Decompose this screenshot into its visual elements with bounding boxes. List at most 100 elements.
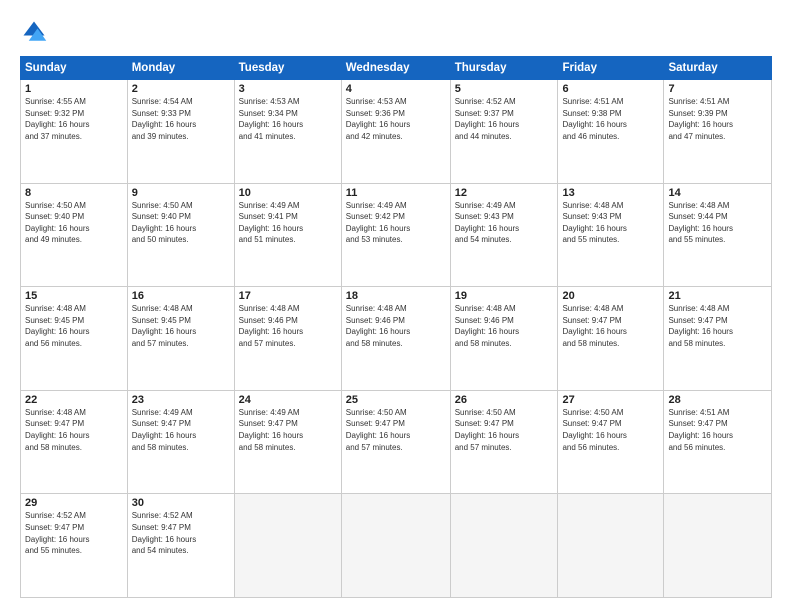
day-cell: 19Sunrise: 4:48 AM Sunset: 9:46 PM Dayli… <box>450 287 558 391</box>
day-info: Sunrise: 4:53 AM Sunset: 9:34 PM Dayligh… <box>239 96 337 142</box>
day-number: 12 <box>455 187 554 199</box>
header <box>20 18 772 46</box>
day-number: 19 <box>455 290 554 302</box>
day-info: Sunrise: 4:52 AM Sunset: 9:47 PM Dayligh… <box>25 510 123 556</box>
day-info: Sunrise: 4:49 AM Sunset: 9:41 PM Dayligh… <box>239 200 337 246</box>
day-number: 28 <box>668 394 767 406</box>
day-info: Sunrise: 4:50 AM Sunset: 9:47 PM Dayligh… <box>562 407 659 453</box>
day-cell: 22Sunrise: 4:48 AM Sunset: 9:47 PM Dayli… <box>21 390 128 494</box>
day-info: Sunrise: 4:48 AM Sunset: 9:45 PM Dayligh… <box>25 303 123 349</box>
day-info: Sunrise: 4:48 AM Sunset: 9:45 PM Dayligh… <box>132 303 230 349</box>
week-row: 1Sunrise: 4:55 AM Sunset: 9:32 PM Daylig… <box>21 80 772 184</box>
day-info: Sunrise: 4:48 AM Sunset: 9:47 PM Dayligh… <box>668 303 767 349</box>
day-number: 30 <box>132 497 230 509</box>
day-info: Sunrise: 4:48 AM Sunset: 9:46 PM Dayligh… <box>346 303 446 349</box>
day-info: Sunrise: 4:51 AM Sunset: 9:47 PM Dayligh… <box>668 407 767 453</box>
day-number: 18 <box>346 290 446 302</box>
day-number: 13 <box>562 187 659 199</box>
day-cell: 25Sunrise: 4:50 AM Sunset: 9:47 PM Dayli… <box>341 390 450 494</box>
day-number: 22 <box>25 394 123 406</box>
day-cell <box>450 494 558 598</box>
day-number: 3 <box>239 83 337 95</box>
day-cell: 21Sunrise: 4:48 AM Sunset: 9:47 PM Dayli… <box>664 287 772 391</box>
header-row: SundayMondayTuesdayWednesdayThursdayFrid… <box>21 57 772 80</box>
day-cell: 11Sunrise: 4:49 AM Sunset: 9:42 PM Dayli… <box>341 183 450 287</box>
day-cell: 5Sunrise: 4:52 AM Sunset: 9:37 PM Daylig… <box>450 80 558 184</box>
day-cell: 16Sunrise: 4:48 AM Sunset: 9:45 PM Dayli… <box>127 287 234 391</box>
day-info: Sunrise: 4:49 AM Sunset: 9:47 PM Dayligh… <box>132 407 230 453</box>
header-day: Wednesday <box>341 57 450 80</box>
day-info: Sunrise: 4:55 AM Sunset: 9:32 PM Dayligh… <box>25 96 123 142</box>
day-number: 9 <box>132 187 230 199</box>
page: SundayMondayTuesdayWednesdayThursdayFrid… <box>0 0 792 612</box>
header-day: Friday <box>558 57 664 80</box>
day-cell: 2Sunrise: 4:54 AM Sunset: 9:33 PM Daylig… <box>127 80 234 184</box>
day-number: 23 <box>132 394 230 406</box>
logo <box>20 18 52 46</box>
day-info: Sunrise: 4:48 AM Sunset: 9:46 PM Dayligh… <box>239 303 337 349</box>
day-number: 7 <box>668 83 767 95</box>
day-info: Sunrise: 4:53 AM Sunset: 9:36 PM Dayligh… <box>346 96 446 142</box>
day-number: 14 <box>668 187 767 199</box>
day-number: 1 <box>25 83 123 95</box>
week-row: 8Sunrise: 4:50 AM Sunset: 9:40 PM Daylig… <box>21 183 772 287</box>
day-number: 17 <box>239 290 337 302</box>
header-day: Sunday <box>21 57 128 80</box>
day-number: 6 <box>562 83 659 95</box>
day-number: 15 <box>25 290 123 302</box>
day-info: Sunrise: 4:51 AM Sunset: 9:39 PM Dayligh… <box>668 96 767 142</box>
day-cell <box>341 494 450 598</box>
day-cell: 24Sunrise: 4:49 AM Sunset: 9:47 PM Dayli… <box>234 390 341 494</box>
day-cell <box>558 494 664 598</box>
day-number: 29 <box>25 497 123 509</box>
day-info: Sunrise: 4:48 AM Sunset: 9:44 PM Dayligh… <box>668 200 767 246</box>
header-day: Tuesday <box>234 57 341 80</box>
day-info: Sunrise: 4:48 AM Sunset: 9:47 PM Dayligh… <box>562 303 659 349</box>
header-day: Thursday <box>450 57 558 80</box>
day-cell <box>234 494 341 598</box>
day-number: 20 <box>562 290 659 302</box>
day-info: Sunrise: 4:49 AM Sunset: 9:43 PM Dayligh… <box>455 200 554 246</box>
day-cell: 27Sunrise: 4:50 AM Sunset: 9:47 PM Dayli… <box>558 390 664 494</box>
day-cell: 3Sunrise: 4:53 AM Sunset: 9:34 PM Daylig… <box>234 80 341 184</box>
week-row: 29Sunrise: 4:52 AM Sunset: 9:47 PM Dayli… <box>21 494 772 598</box>
header-day: Saturday <box>664 57 772 80</box>
day-cell <box>664 494 772 598</box>
day-cell: 6Sunrise: 4:51 AM Sunset: 9:38 PM Daylig… <box>558 80 664 184</box>
day-info: Sunrise: 4:51 AM Sunset: 9:38 PM Dayligh… <box>562 96 659 142</box>
day-cell: 17Sunrise: 4:48 AM Sunset: 9:46 PM Dayli… <box>234 287 341 391</box>
day-number: 11 <box>346 187 446 199</box>
day-info: Sunrise: 4:54 AM Sunset: 9:33 PM Dayligh… <box>132 96 230 142</box>
day-cell: 15Sunrise: 4:48 AM Sunset: 9:45 PM Dayli… <box>21 287 128 391</box>
header-day: Monday <box>127 57 234 80</box>
day-cell: 14Sunrise: 4:48 AM Sunset: 9:44 PM Dayli… <box>664 183 772 287</box>
week-row: 22Sunrise: 4:48 AM Sunset: 9:47 PM Dayli… <box>21 390 772 494</box>
logo-icon <box>20 18 48 46</box>
day-cell: 18Sunrise: 4:48 AM Sunset: 9:46 PM Dayli… <box>341 287 450 391</box>
day-cell: 26Sunrise: 4:50 AM Sunset: 9:47 PM Dayli… <box>450 390 558 494</box>
day-number: 10 <box>239 187 337 199</box>
day-cell: 9Sunrise: 4:50 AM Sunset: 9:40 PM Daylig… <box>127 183 234 287</box>
day-number: 24 <box>239 394 337 406</box>
day-cell: 29Sunrise: 4:52 AM Sunset: 9:47 PM Dayli… <box>21 494 128 598</box>
day-info: Sunrise: 4:50 AM Sunset: 9:47 PM Dayligh… <box>346 407 446 453</box>
day-info: Sunrise: 4:52 AM Sunset: 9:47 PM Dayligh… <box>132 510 230 556</box>
day-number: 27 <box>562 394 659 406</box>
day-cell: 8Sunrise: 4:50 AM Sunset: 9:40 PM Daylig… <box>21 183 128 287</box>
day-number: 8 <box>25 187 123 199</box>
day-info: Sunrise: 4:49 AM Sunset: 9:42 PM Dayligh… <box>346 200 446 246</box>
day-number: 16 <box>132 290 230 302</box>
day-cell: 1Sunrise: 4:55 AM Sunset: 9:32 PM Daylig… <box>21 80 128 184</box>
day-cell: 4Sunrise: 4:53 AM Sunset: 9:36 PM Daylig… <box>341 80 450 184</box>
day-cell: 12Sunrise: 4:49 AM Sunset: 9:43 PM Dayli… <box>450 183 558 287</box>
day-info: Sunrise: 4:50 AM Sunset: 9:40 PM Dayligh… <box>25 200 123 246</box>
day-number: 25 <box>346 394 446 406</box>
day-cell: 28Sunrise: 4:51 AM Sunset: 9:47 PM Dayli… <box>664 390 772 494</box>
day-cell: 7Sunrise: 4:51 AM Sunset: 9:39 PM Daylig… <box>664 80 772 184</box>
day-cell: 13Sunrise: 4:48 AM Sunset: 9:43 PM Dayli… <box>558 183 664 287</box>
day-number: 21 <box>668 290 767 302</box>
day-number: 5 <box>455 83 554 95</box>
day-number: 26 <box>455 394 554 406</box>
day-cell: 10Sunrise: 4:49 AM Sunset: 9:41 PM Dayli… <box>234 183 341 287</box>
day-info: Sunrise: 4:49 AM Sunset: 9:47 PM Dayligh… <box>239 407 337 453</box>
